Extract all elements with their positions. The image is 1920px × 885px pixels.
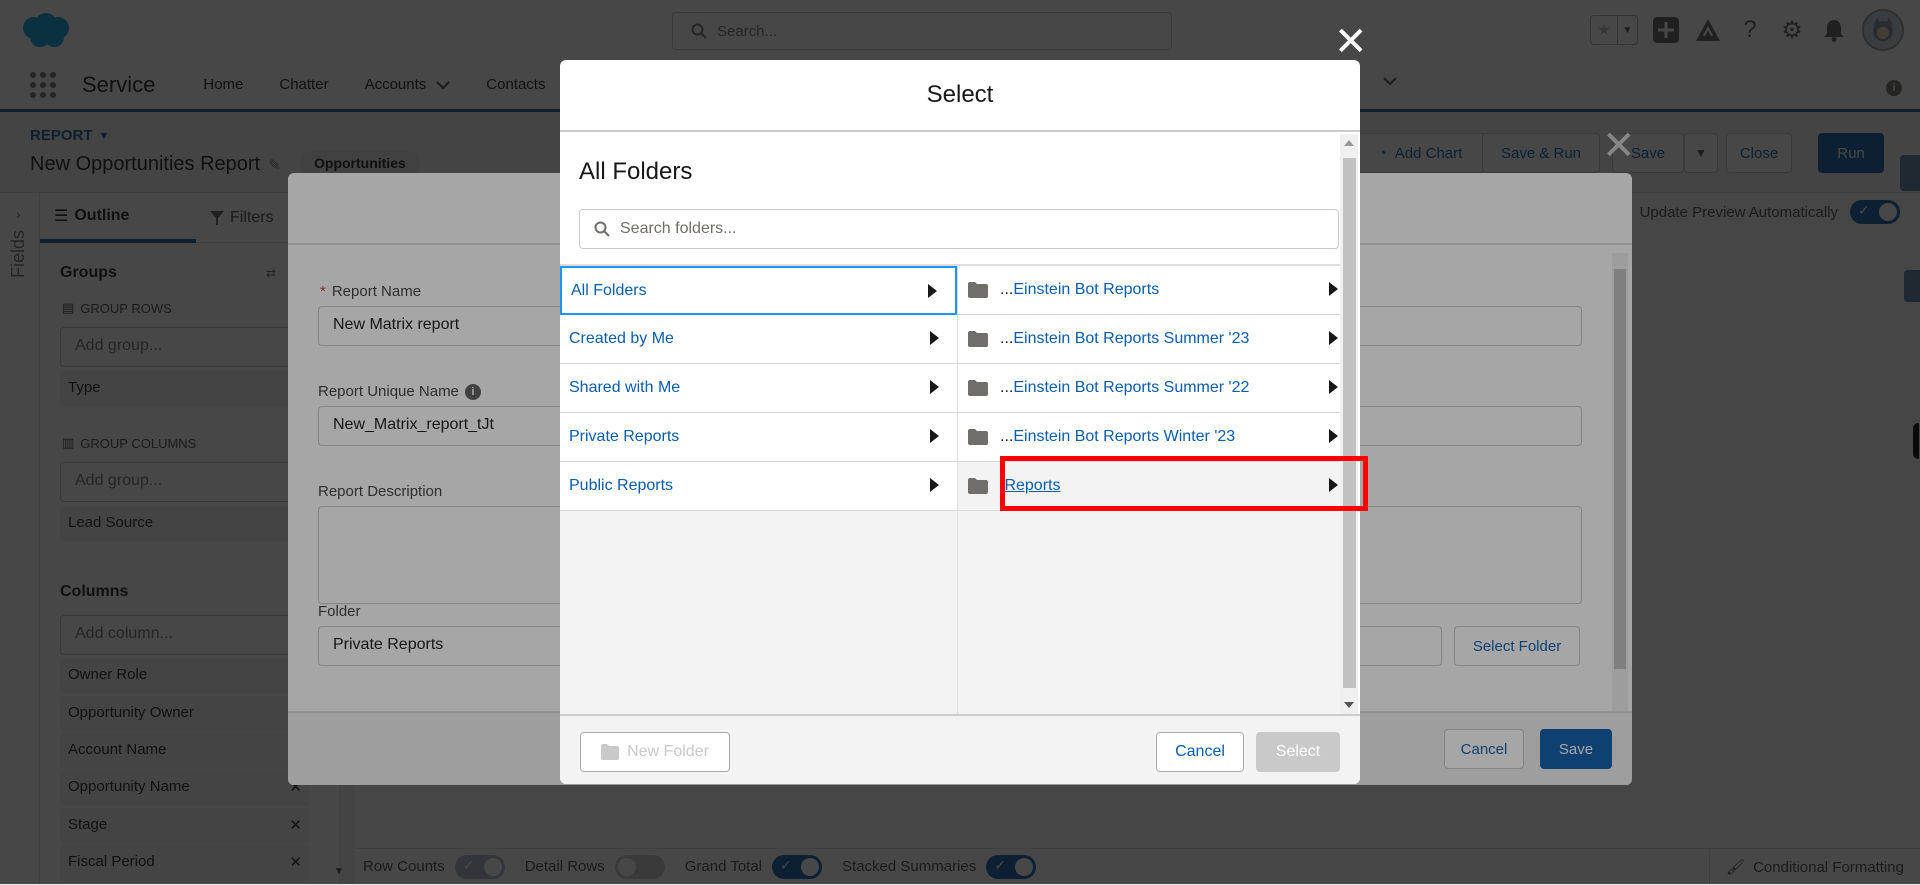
select-modal-scrollbar[interactable] xyxy=(1340,134,1358,714)
select-modal-body: All Folders Search folders... All Folder… xyxy=(560,134,1360,716)
expand-arrow-icon xyxy=(1329,282,1338,296)
expand-arrow-icon xyxy=(1329,331,1338,345)
folder-category-private-reports[interactable]: Private Reports xyxy=(560,413,957,462)
folder-icon xyxy=(968,331,988,347)
new-folder-label: New Folder xyxy=(627,743,709,760)
scroll-up-icon[interactable] xyxy=(1344,140,1354,146)
folder-label: Einstein Bot Reports xyxy=(1013,281,1160,298)
folder-category-shared-with-me[interactable]: Shared with Me xyxy=(560,364,957,413)
expand-arrow-icon xyxy=(1329,380,1338,394)
folder-path-prefix: ... xyxy=(1000,379,1014,396)
folder-category-label: Private Reports xyxy=(569,428,680,445)
folder-label: Einstein Bot Reports Winter '23 xyxy=(1013,428,1236,445)
expand-arrow-icon xyxy=(930,478,939,492)
folder-path-prefix: ... xyxy=(1000,428,1014,445)
select-button-label: Select xyxy=(1275,743,1321,760)
expand-arrow-icon xyxy=(1329,429,1338,443)
folder-icon xyxy=(968,429,988,445)
search-folders-placeholder: Search folders... xyxy=(620,220,737,237)
folder-label: Einstein Bot Reports Summer '22 xyxy=(1013,379,1250,396)
folder-category-label: All Folders xyxy=(571,281,647,299)
folder-category-label: Created by Me xyxy=(569,330,674,347)
new-folder-button[interactable]: New Folder xyxy=(580,732,730,772)
folder-icon xyxy=(601,744,620,760)
search-icon xyxy=(594,221,610,237)
scrollbar-thumb[interactable] xyxy=(1343,158,1356,688)
select-modal-cancel-label: Cancel xyxy=(1175,743,1225,760)
folder-item[interactable]: ... Einstein Bot Reports Summer '22 xyxy=(958,364,1340,413)
folder-column-categories: All Folders Created by Me Shared with Me… xyxy=(560,266,958,716)
close-select-modal-icon[interactable]: ✕ xyxy=(1334,22,1368,62)
search-folders-input[interactable]: Search folders... xyxy=(579,209,1339,249)
folder-category-all-folders[interactable]: All Folders xyxy=(560,266,957,315)
folder-icon xyxy=(968,478,988,494)
select-modal-title: Select xyxy=(926,81,994,108)
select-modal-footer: New Folder Cancel Select xyxy=(560,714,1360,784)
select-folder-modal: Select All Folders Search folders... All… xyxy=(560,60,1360,784)
folder-path-prefix: ... xyxy=(1000,281,1014,298)
folder-item[interactable]: ... Einstein Bot Reports xyxy=(958,266,1340,315)
select-button[interactable]: Select xyxy=(1256,732,1340,772)
folder-category-label: Shared with Me xyxy=(569,379,681,396)
expand-arrow-icon xyxy=(928,284,937,298)
folder-icon xyxy=(968,380,988,396)
select-modal-header: Select xyxy=(560,60,1360,132)
folder-label: Einstein Bot Reports Summer '23 xyxy=(1013,330,1250,347)
folder-item[interactable]: ... Einstein Bot Reports Summer '23 xyxy=(958,315,1340,364)
select-modal-cancel-button[interactable]: Cancel xyxy=(1156,732,1244,772)
folder-category-public-reports[interactable]: Public Reports xyxy=(560,462,957,511)
folder-item[interactable]: ... Einstein Bot Reports Winter '23 xyxy=(958,413,1340,462)
expand-arrow-icon xyxy=(930,331,939,345)
scroll-down-icon[interactable] xyxy=(1344,702,1354,708)
highlight-annotation-reports xyxy=(1000,456,1368,511)
folder-breadcrumb-title: All Folders xyxy=(579,158,693,185)
folder-icon xyxy=(968,282,988,298)
expand-arrow-icon xyxy=(930,380,939,394)
folder-path-prefix: ... xyxy=(1000,330,1014,347)
expand-arrow-icon xyxy=(930,429,939,443)
folder-category-label: Public Reports xyxy=(569,477,674,494)
folder-category-created-by-me[interactable]: Created by Me xyxy=(560,315,957,364)
